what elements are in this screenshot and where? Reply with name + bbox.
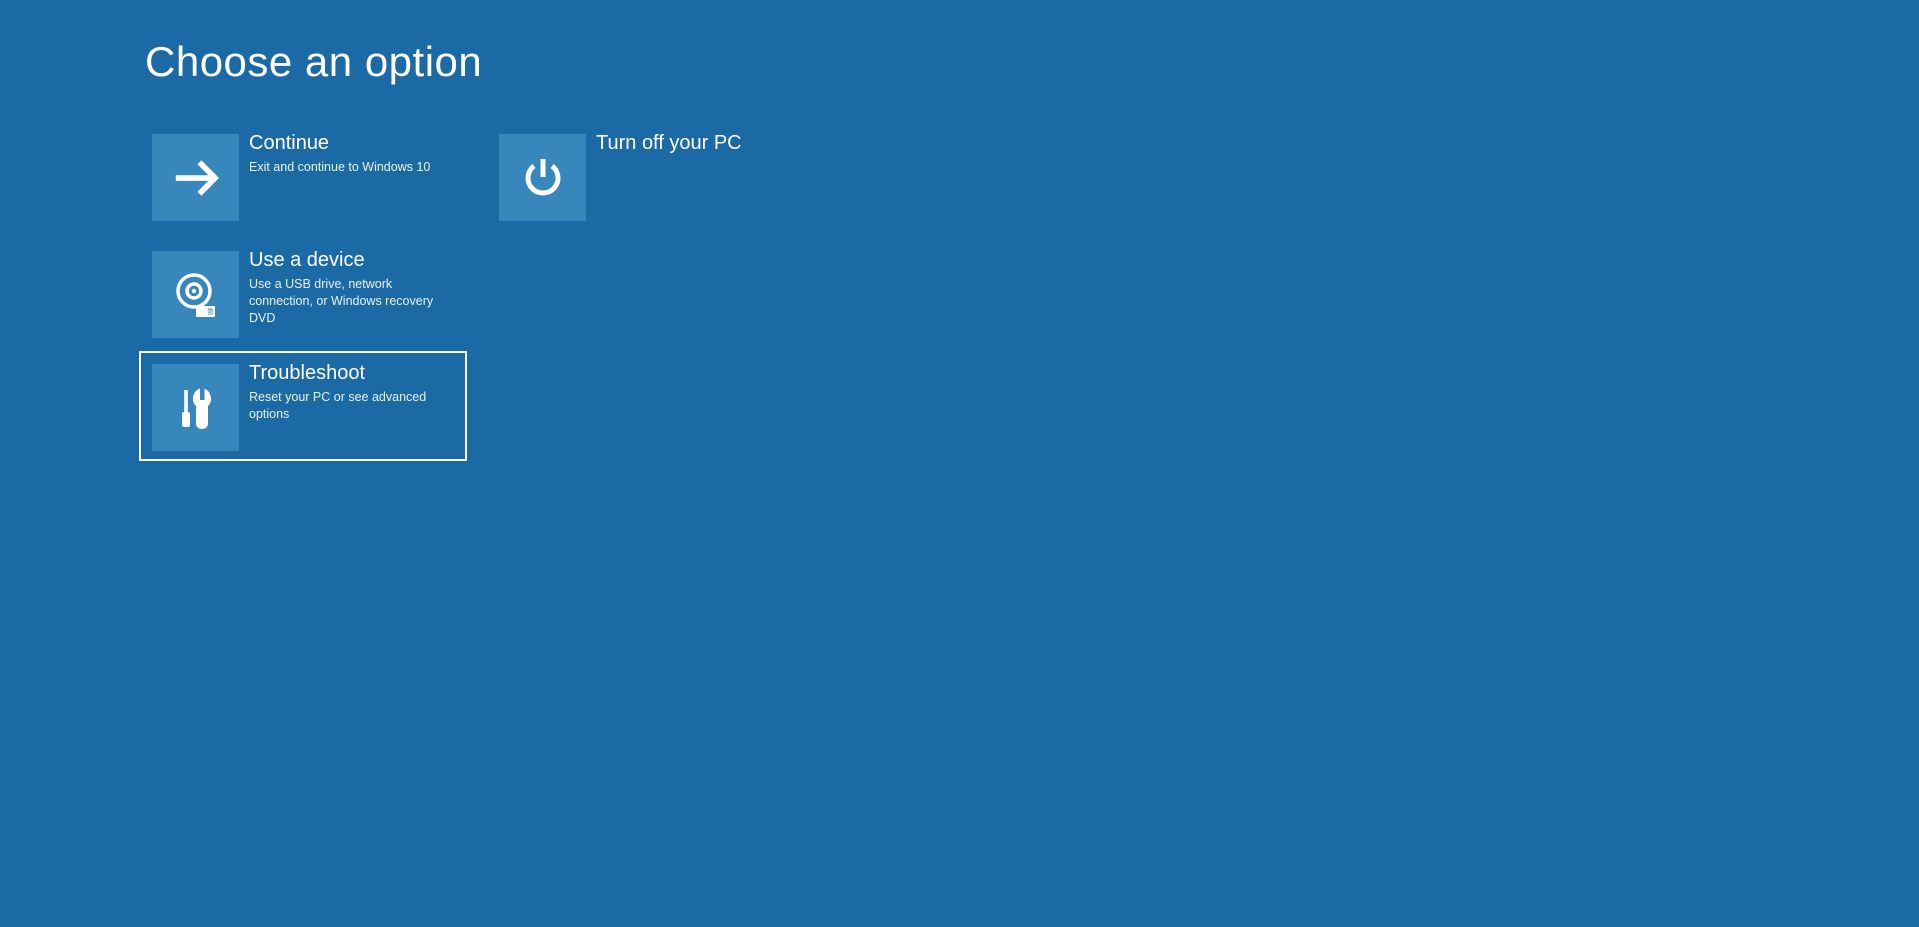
tools-icon	[152, 364, 239, 451]
use-device-text: Use a device Use a USB drive, network co…	[249, 248, 459, 327]
arrow-right-icon	[152, 134, 239, 221]
continue-desc: Exit and continue to Windows 10	[249, 159, 430, 176]
page-title: Choose an option	[145, 38, 482, 86]
troubleshoot-desc: Reset your PC or see advanced options	[249, 389, 455, 423]
use-device-title: Use a device	[249, 248, 455, 272]
troubleshoot-tile[interactable]: Troubleshoot Reset your PC or see advanc…	[139, 351, 467, 461]
power-icon	[499, 134, 586, 221]
continue-text: Continue Exit and continue to Windows 10	[249, 131, 434, 176]
use-device-desc: Use a USB drive, network connection, or …	[249, 276, 455, 327]
continue-tile[interactable]: Continue Exit and continue to Windows 10	[139, 121, 467, 231]
turn-off-text: Turn off your PC	[596, 131, 746, 159]
turn-off-title: Turn off your PC	[596, 131, 742, 155]
turn-off-tile[interactable]: Turn off your PC	[486, 121, 814, 231]
use-device-tile[interactable]: B Use a device Use a USB drive, network …	[139, 238, 467, 348]
svg-text:B: B	[208, 310, 213, 316]
disc-device-icon: B	[152, 251, 239, 338]
continue-title: Continue	[249, 131, 430, 155]
troubleshoot-text: Troubleshoot Reset your PC or see advanc…	[249, 361, 459, 423]
troubleshoot-title: Troubleshoot	[249, 361, 455, 385]
